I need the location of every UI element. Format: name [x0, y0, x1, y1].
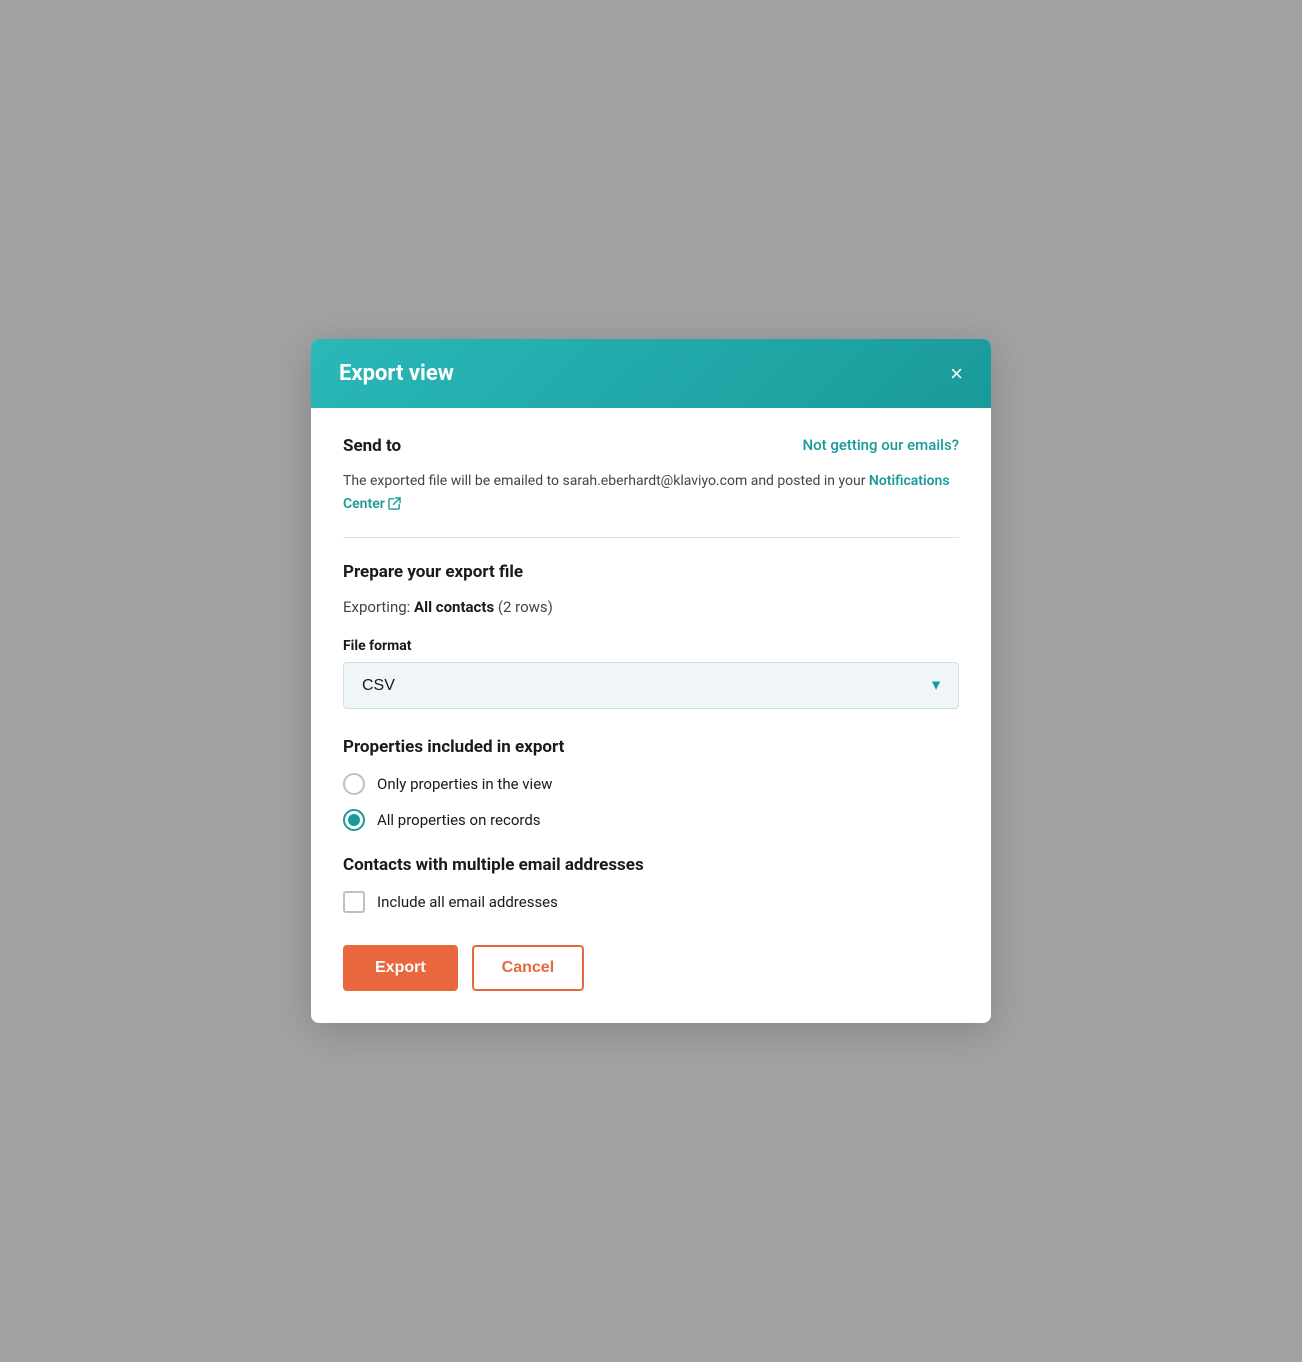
export-button[interactable]: Export	[343, 945, 458, 991]
radio-all-props[interactable]	[343, 809, 365, 831]
multiple-emails-title: Contacts with multiple email addresses	[343, 855, 959, 875]
radio-all-props-label: All properties on records	[377, 811, 541, 829]
external-link-icon	[388, 497, 401, 510]
radio-view-only[interactable]	[343, 773, 365, 795]
section-divider	[343, 537, 959, 538]
file-format-wrapper: CSV Excel TSV ▼	[343, 662, 959, 709]
properties-section: Properties included in export Only prope…	[343, 737, 959, 831]
prepare-export-section: Prepare your export file Exporting: All …	[343, 562, 959, 709]
modal-body: Send to Not getting our emails? The expo…	[311, 408, 991, 1023]
radio-option-all-props[interactable]: All properties on records	[343, 809, 959, 831]
footer-buttons: Export Cancel	[343, 945, 959, 991]
close-button[interactable]: ×	[950, 363, 963, 385]
send-to-description: The exported file will be emailed to sar…	[343, 470, 959, 515]
properties-radio-group: Only properties in the view All properti…	[343, 773, 959, 831]
include-all-emails-label: Include all email addresses	[377, 893, 558, 911]
not-getting-emails-link[interactable]: Not getting our emails?	[802, 436, 959, 454]
modal-header: Export view ×	[311, 339, 991, 408]
modal-title: Export view	[339, 361, 454, 386]
file-format-select[interactable]: CSV Excel TSV	[343, 662, 959, 709]
exporting-row: Exporting: All contacts (2 rows)	[343, 598, 959, 616]
radio-view-only-label: Only properties in the view	[377, 775, 552, 793]
prepare-export-title: Prepare your export file	[343, 562, 959, 582]
exporting-prefix: Exporting:	[343, 598, 414, 616]
multiple-emails-section: Contacts with multiple email addresses I…	[343, 855, 959, 913]
include-all-emails-checkbox[interactable]	[343, 891, 365, 913]
send-to-label: Send to	[343, 436, 401, 456]
modal-dialog: Export view × Send to Not getting our em…	[311, 339, 991, 1023]
exporting-suffix: (2 rows)	[494, 598, 553, 616]
send-to-row: Send to Not getting our emails?	[343, 436, 959, 456]
cancel-button[interactable]: Cancel	[472, 945, 584, 991]
properties-section-title: Properties included in export	[343, 737, 959, 757]
modal-overlay: Export view × Send to Not getting our em…	[0, 0, 1302, 1362]
exporting-value: All contacts	[414, 598, 494, 616]
file-format-label: File format	[343, 638, 959, 654]
description-prefix-text: The exported file will be emailed to sar…	[343, 473, 869, 489]
radio-option-view-only[interactable]: Only properties in the view	[343, 773, 959, 795]
include-all-emails-option[interactable]: Include all email addresses	[343, 891, 959, 913]
